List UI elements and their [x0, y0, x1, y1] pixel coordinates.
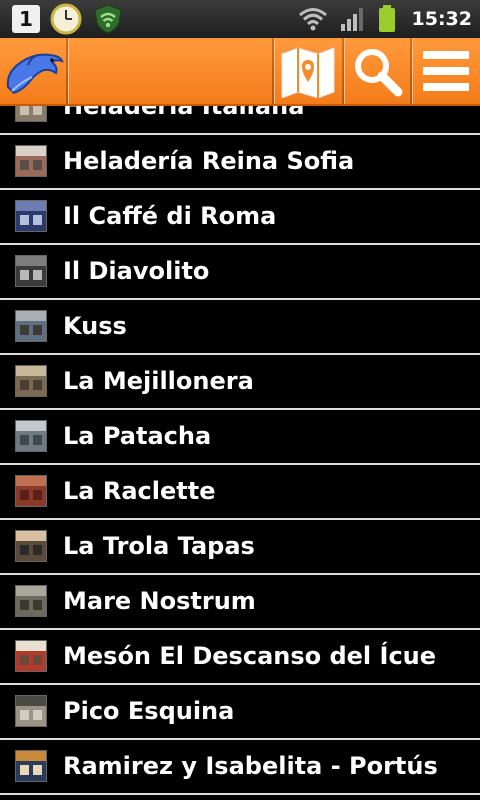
- battery-icon: [378, 5, 395, 32]
- list-item-label: Il Diavolito: [63, 257, 210, 285]
- thumbnail-image: [15, 200, 47, 232]
- list-item[interactable]: Il Diavolito: [0, 245, 480, 300]
- thumbnail-image: [15, 640, 47, 672]
- list-item[interactable]: La Raclette: [0, 465, 480, 520]
- list-item[interactable]: Ramirez y Isabelita - Portús: [0, 740, 480, 795]
- thumbnail-image: [15, 750, 47, 782]
- list-item[interactable]: Pico Esquina: [0, 685, 480, 740]
- menu-button[interactable]: [412, 38, 480, 104]
- thumbnail-image: [15, 420, 47, 452]
- list-item-label: Kuss: [63, 312, 127, 340]
- list-item-label: La Patacha: [63, 422, 212, 450]
- list-item[interactable]: Mare Nostrum: [0, 575, 480, 630]
- list-item[interactable]: Il Caffé di Roma: [0, 190, 480, 245]
- thumbnail-image: [15, 145, 47, 177]
- list-item-label: Mesón El Descanso del Ícue: [63, 642, 437, 670]
- signal-icon: [340, 8, 363, 31]
- list-item[interactable]: La Trola Tapas: [0, 520, 480, 575]
- list-item[interactable]: Mesón El Descanso del Ícue: [0, 630, 480, 685]
- app-bar-divider: [66, 38, 68, 104]
- thumbnail-image: [15, 475, 47, 507]
- restaurant-list[interactable]: Heladería Italiana Heladería Reina Sofia…: [0, 106, 480, 800]
- list-item-label: La Trola Tapas: [63, 532, 255, 560]
- thumbnail-image: [15, 530, 47, 562]
- thumbnail-image: [15, 695, 47, 727]
- map-icon: [281, 47, 335, 98]
- list-item[interactable]: Heladería Reina Sofia: [0, 135, 480, 190]
- notification-count-icon: 1: [12, 5, 40, 33]
- notification-count: 1: [19, 7, 33, 31]
- shield-wifi-icon: [94, 4, 122, 34]
- clock-icon: [50, 3, 82, 35]
- list-item-label: La Raclette: [63, 477, 216, 505]
- wifi-icon: [298, 8, 327, 31]
- dolphin-logo-icon: [6, 53, 64, 95]
- list-item-label: La Mejillonera: [63, 367, 254, 395]
- list-item[interactable]: La Patacha: [0, 410, 480, 465]
- list-item-label: Heladería Italiana: [63, 106, 305, 120]
- list-item-label: Il Caffé di Roma: [63, 202, 277, 230]
- menu-icon: [423, 51, 469, 91]
- search-icon: [355, 49, 403, 97]
- thumbnail-image: [15, 585, 47, 617]
- status-bar: 1 15:32: [0, 0, 480, 38]
- status-time: 15:32: [411, 8, 472, 30]
- search-button[interactable]: [344, 38, 410, 104]
- list-item[interactable]: Kuss: [0, 300, 480, 355]
- thumbnail-image: [15, 106, 47, 122]
- thumbnail-image: [15, 365, 47, 397]
- list-item-label: Ramirez y Isabelita - Portús: [63, 752, 438, 780]
- thumbnail-image: [15, 310, 47, 342]
- thumbnail-image: [15, 255, 47, 287]
- list-item[interactable]: Heladería Italiana: [0, 106, 480, 135]
- list-item[interactable]: La Mejillonera: [0, 355, 480, 410]
- home-button[interactable]: [0, 38, 66, 104]
- list-item-label: Pico Esquina: [63, 697, 235, 725]
- list-item-label: Heladería Reina Sofia: [63, 147, 355, 175]
- list-item-label: Mare Nostrum: [63, 587, 256, 615]
- map-button[interactable]: [274, 38, 342, 104]
- app-bar: [0, 38, 480, 106]
